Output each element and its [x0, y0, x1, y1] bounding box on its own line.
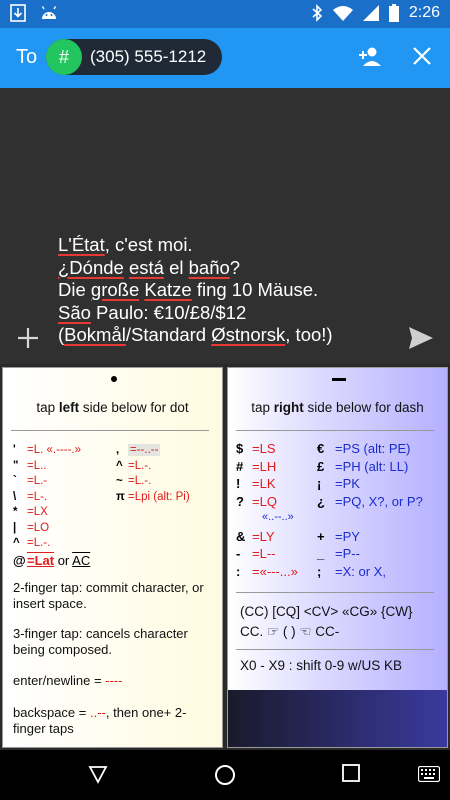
recents-icon[interactable]	[342, 764, 360, 787]
panel-shade	[228, 690, 447, 747]
message-input[interactable]: L'État, c'est moi. ¿Dónde está el baño? …	[58, 234, 418, 347]
help-text: enter/newline = ----	[13, 673, 123, 688]
status-bar: 2:26	[0, 0, 450, 28]
to-label: To	[16, 46, 38, 68]
dot-symbol	[111, 376, 117, 382]
message-line: (Bokmål/Standard Østnorsk, too!)	[58, 324, 333, 345]
dot-key-area[interactable]: tap left side below for dot ' =L. «.----.…	[2, 367, 223, 748]
wifi-icon	[332, 5, 353, 21]
avatar: #	[46, 39, 82, 75]
compose-area: L'État, c'est moi. ¿Dónde está el baño? …	[0, 88, 450, 364]
cc-line: CC. ☞ ( ) ☜ CC-	[240, 624, 340, 639]
divider	[11, 430, 209, 431]
divider	[236, 592, 434, 593]
recipient-chip[interactable]: # (305) 555-1212	[46, 39, 222, 75]
help-text: 2-finger tap: commit character, or inser…	[13, 580, 204, 611]
navigation-bar	[0, 750, 450, 800]
help-text: 3-finger tap: cancels character being co…	[13, 626, 188, 657]
home-icon[interactable]	[214, 764, 236, 791]
download-icon	[10, 4, 26, 22]
prosigns-line: (CC) [CQ] <CV> «CG» {CW}	[240, 604, 413, 619]
dash-symbol	[332, 378, 346, 381]
bluetooth-icon	[311, 4, 323, 22]
message-line: L'État, c'est moi.	[58, 234, 193, 255]
dash-key-area[interactable]: tap right side below for dash $ =LS € =PS (…	[227, 367, 448, 748]
android-icon	[40, 5, 58, 21]
dash-hint: tap right side below for dash	[251, 400, 424, 415]
battery-icon	[388, 4, 399, 22]
clock: 2:26	[408, 4, 440, 21]
attach-plus-icon[interactable]	[16, 326, 40, 355]
signal-icon	[362, 5, 379, 21]
help-text: backspace = ..--, then one+ 2-finger tap…	[13, 705, 187, 736]
divider	[236, 649, 434, 650]
message-line: São Paulo: €10/£8/$12	[58, 301, 247, 323]
send-icon[interactable]	[408, 326, 434, 355]
divider	[236, 430, 434, 431]
recipient-bar: To # (305) 555-1212	[0, 28, 450, 88]
message-line: Die große Katze fing 10 Mäuse.	[58, 279, 319, 300]
message-line: ¿Dónde está el baño?	[58, 256, 241, 278]
back-icon[interactable]	[88, 764, 108, 789]
dot-hint: tap left side below for dot	[36, 400, 189, 415]
shift-hint: X0 - X9 : shift 0-9 w/US KB	[240, 658, 403, 673]
keyboard-switch-icon[interactable]	[417, 765, 441, 787]
morse-keyboard: tap left side below for dot ' =L. «.----.…	[0, 364, 450, 750]
add-contact-icon[interactable]	[358, 46, 382, 73]
recipient-number: (305) 555-1212	[90, 47, 207, 66]
close-icon[interactable]	[412, 46, 432, 71]
